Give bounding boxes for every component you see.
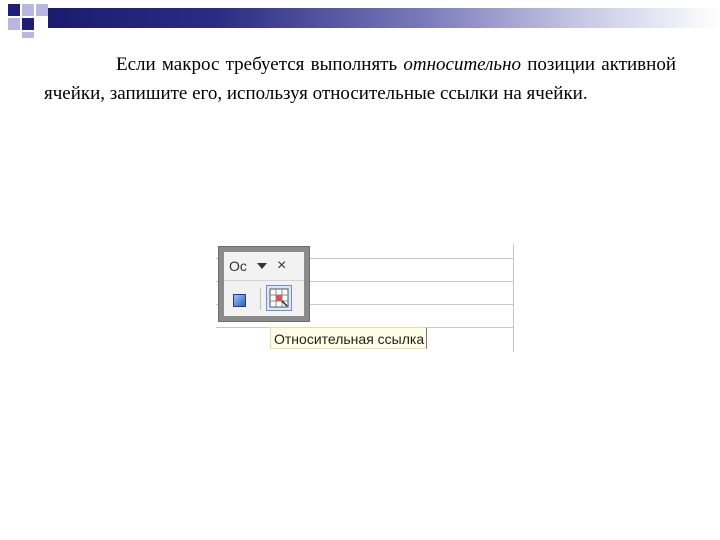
stop-recording-button[interactable] bbox=[233, 294, 246, 307]
toolbar-divider bbox=[224, 280, 304, 281]
paragraph-text-start: Если макрос требуется выполнять bbox=[116, 54, 404, 75]
chevron-down-icon[interactable] bbox=[257, 263, 267, 269]
relative-reference-icon bbox=[269, 288, 289, 308]
decor-square bbox=[22, 4, 34, 16]
decor-square bbox=[8, 4, 20, 16]
stop-recording-toolbar[interactable]: Ос × bbox=[218, 246, 310, 322]
decor-square bbox=[8, 18, 20, 30]
close-button[interactable]: × bbox=[277, 258, 286, 274]
relative-reference-button[interactable] bbox=[266, 285, 292, 311]
decor-square bbox=[22, 18, 34, 30]
decor-square bbox=[22, 32, 34, 38]
toolbar-separator bbox=[260, 288, 261, 310]
excel-screenshot: Ос × Относительная ссылка bbox=[216, 244, 516, 352]
paragraph-emphasis: относительно bbox=[403, 54, 521, 75]
tooltip: Относительная ссылка bbox=[270, 327, 428, 349]
slide-paragraph: Если макрос требуется выполнять относите… bbox=[44, 50, 676, 108]
toolbar-title: Ос bbox=[229, 258, 247, 274]
header-decoration bbox=[0, 0, 720, 38]
toolbar-title-bar[interactable]: Ос × bbox=[224, 252, 304, 280]
grid-line bbox=[513, 244, 514, 352]
decor-square bbox=[36, 4, 48, 16]
header-gradient-bar bbox=[48, 8, 720, 28]
